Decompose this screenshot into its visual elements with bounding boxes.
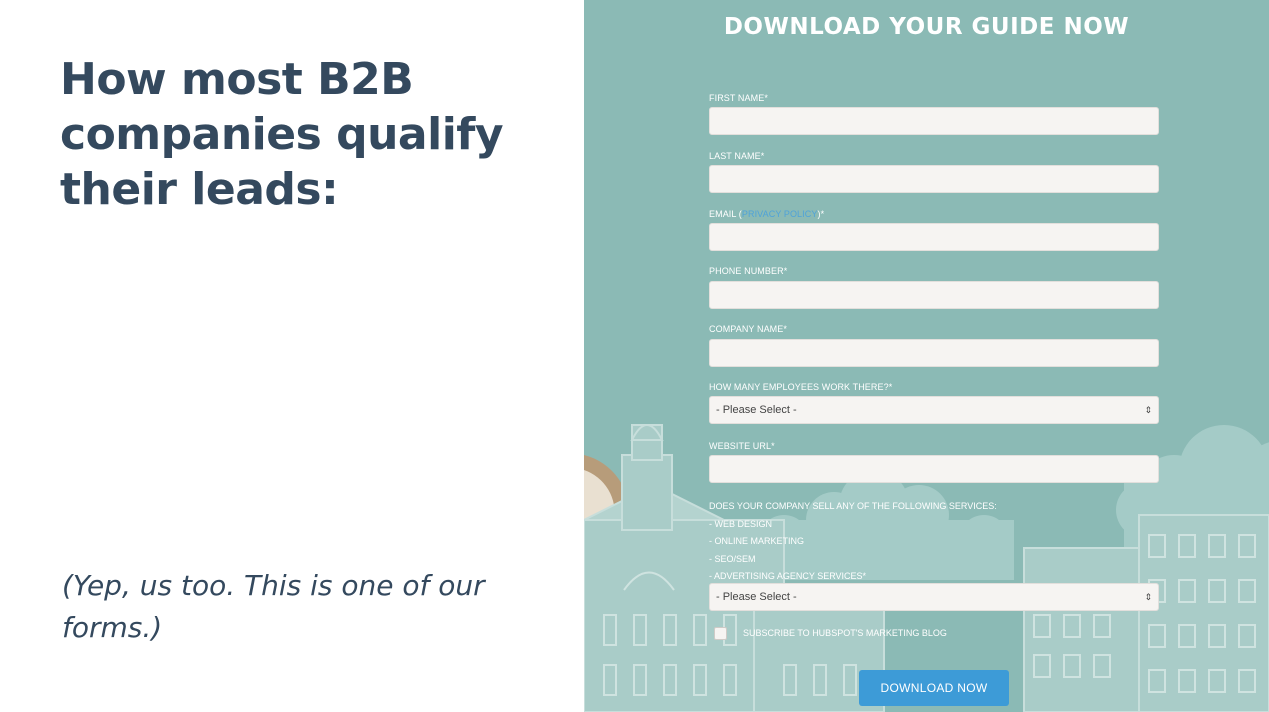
website-input[interactable] xyxy=(709,455,1159,483)
phone-input[interactable] xyxy=(709,281,1159,309)
website-label: WEBSITE URL* xyxy=(709,441,775,451)
email-label-suffix: )* xyxy=(817,209,825,219)
slide-caption: (Yep, us too. This is one of our forms.) xyxy=(62,569,485,644)
lead-form-panel: DOWNLOAD YOUR GUIDE NOW FIRST NAME* LAST… xyxy=(584,0,1269,712)
last-name-input[interactable] xyxy=(709,165,1159,193)
services-select[interactable]: - Please Select - ⇕ xyxy=(709,583,1159,611)
services-selected-value: - Please Select - xyxy=(716,591,797,603)
slide-heading: How most B2B companies qualify their lea… xyxy=(60,54,504,215)
privacy-policy-link[interactable]: PRIVACY POLICY xyxy=(742,209,818,219)
employees-select[interactable]: - Please Select - ⇕ xyxy=(709,396,1159,424)
first-name-input[interactable] xyxy=(709,107,1159,135)
email-label: EMAIL (PRIVACY POLICY)* xyxy=(709,209,824,219)
last-name-label: LAST NAME* xyxy=(709,151,765,161)
service-item: - WEB DESIGN xyxy=(709,518,773,529)
employees-selected-value: - Please Select - xyxy=(716,404,797,416)
services-question-text: DOES YOUR COMPANY SELL ANY OF THE FOLLOW… xyxy=(709,501,997,511)
first-name-label: FIRST NAME* xyxy=(709,93,768,103)
company-label: COMPANY NAME* xyxy=(709,324,787,334)
updown-arrow-icon: ⇕ xyxy=(1144,405,1152,415)
services-question: DOES YOUR COMPANY SELL ANY OF THE FOLLOW… xyxy=(709,498,997,586)
phone-label: PHONE NUMBER* xyxy=(709,266,788,276)
subscribe-label: SUBSCRIBE TO HUBSPOT'S MARKETING BLOG xyxy=(743,628,947,638)
slide: How most B2B companies qualify their lea… xyxy=(0,0,1269,712)
updown-arrow-icon: ⇕ xyxy=(1144,592,1152,602)
employees-label: HOW MANY EMPLOYEES WORK THERE?* xyxy=(709,382,893,392)
subscribe-checkbox[interactable] xyxy=(714,627,727,640)
email-label-prefix: EMAIL ( xyxy=(709,209,742,219)
company-input[interactable] xyxy=(709,339,1159,367)
service-item: - SEO/SEM xyxy=(709,553,756,564)
service-item: - ONLINE MARKETING xyxy=(709,536,805,546)
email-input[interactable] xyxy=(709,223,1159,251)
form-title: DOWNLOAD YOUR GUIDE NOW xyxy=(723,14,1130,40)
download-now-button[interactable]: DOWNLOAD NOW xyxy=(859,670,1009,706)
